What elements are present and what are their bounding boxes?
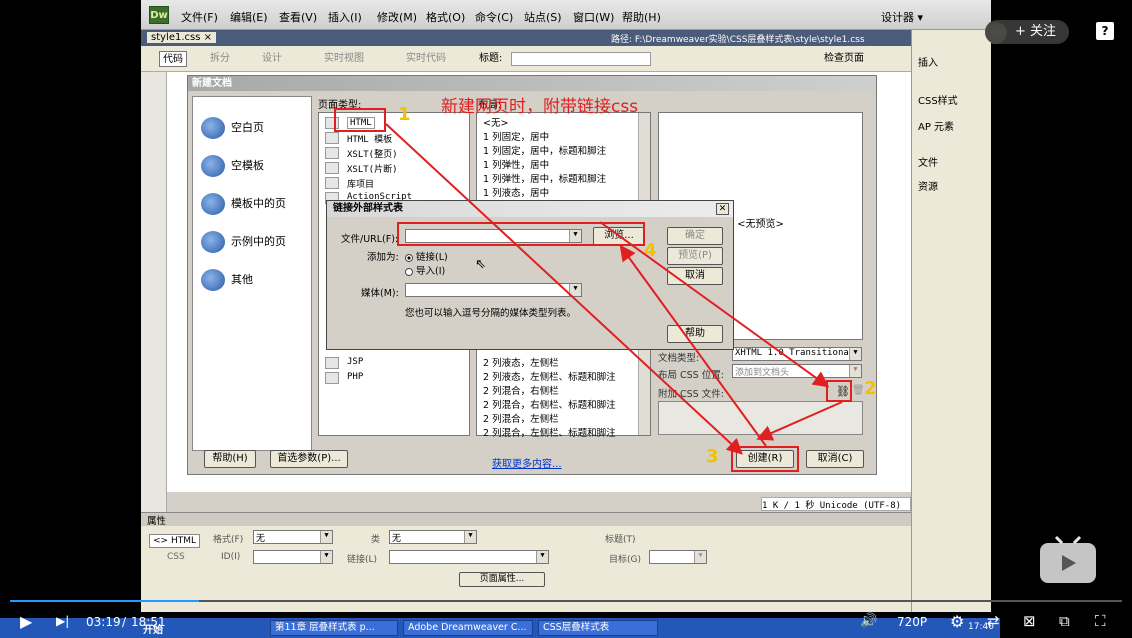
loop-icon[interactable]: ⇄: [987, 612, 1000, 630]
time-separator: /: [122, 615, 127, 629]
arrow-4: [619, 244, 767, 447]
widescreen-icon[interactable]: ⧉: [1059, 612, 1070, 630]
player-controls: ▶ ▶| 03:19 / 18:51 🔊 720P ⚙ ⇄ ⊠ ⧉ ⛶: [0, 606, 1132, 638]
help-icon[interactable]: ?: [1096, 22, 1114, 40]
play-icon[interactable]: ▶: [20, 612, 32, 631]
arrow-2: [599, 221, 830, 388]
video-player[interactable]: Dw 文件(F) 编辑(E) 查看(V) 插入(I) 修改(M) 格式(O) 命…: [0, 0, 1132, 638]
time-total: 18:51: [131, 615, 166, 629]
time-current: 03:19: [86, 615, 121, 629]
volume-icon[interactable]: 🔊: [860, 613, 877, 629]
arrow-3: [756, 401, 843, 441]
fullscreen-icon[interactable]: ⛶: [1095, 612, 1106, 630]
pip-icon[interactable]: ⊠: [1023, 612, 1036, 630]
annotation-arrows: [385, 123, 843, 455]
quality-select[interactable]: 720P: [897, 615, 927, 629]
gear-icon[interactable]: ⚙: [950, 612, 964, 631]
progress-fill: [10, 600, 200, 602]
follow-button[interactable]: + 关注: [985, 20, 1069, 44]
arrow-1: [385, 123, 743, 455]
next-icon[interactable]: ▶|: [56, 614, 69, 628]
bilibili-tv-icon: [1040, 535, 1096, 583]
